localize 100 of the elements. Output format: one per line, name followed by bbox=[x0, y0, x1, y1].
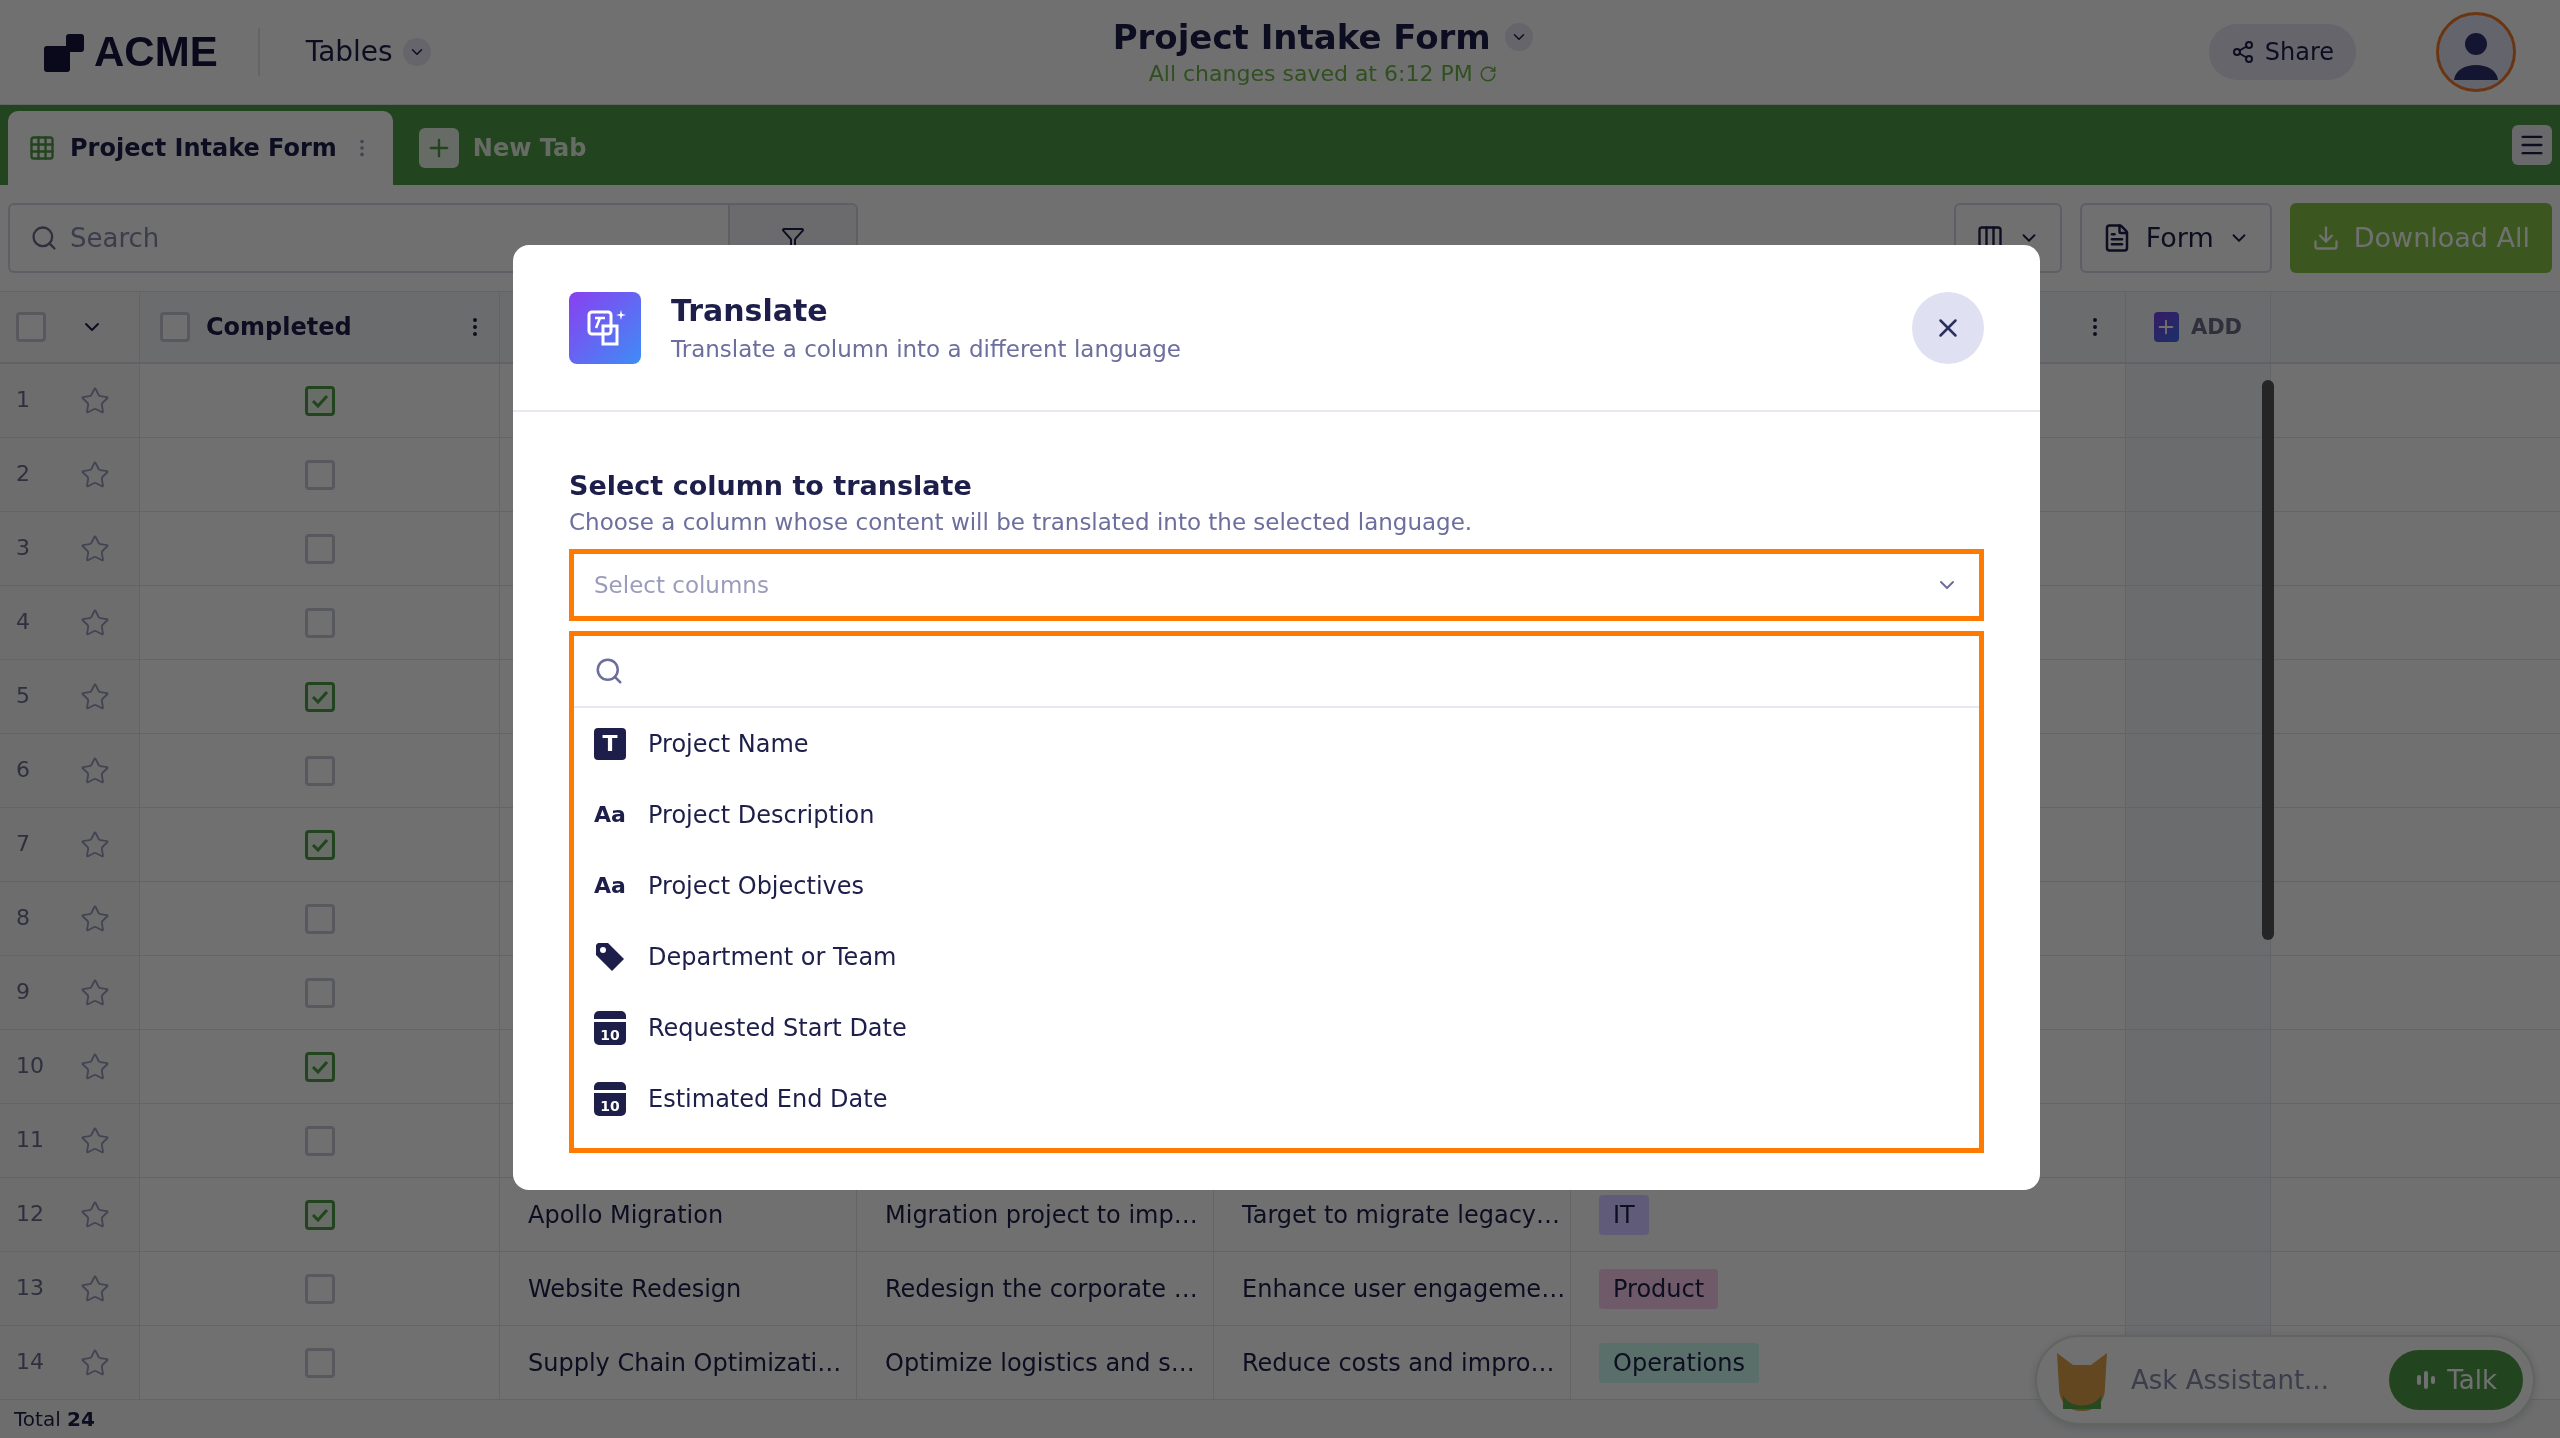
completed-checkbox[interactable] bbox=[304, 607, 335, 638]
menu-button[interactable] bbox=[2512, 124, 2552, 165]
table-cell: Website Redesign bbox=[528, 1274, 742, 1303]
table-cell: Supply Chain Optimizati… bbox=[528, 1348, 842, 1377]
table-cell: Reduce costs and impro… bbox=[1242, 1348, 1555, 1377]
table-cell: Apollo Migration bbox=[528, 1200, 724, 1229]
add-column-icon[interactable] bbox=[2154, 312, 2179, 342]
plus-icon bbox=[418, 127, 459, 168]
form-title: Project Intake Form bbox=[1112, 17, 1491, 58]
column-option[interactable]: 10 Estimated End Date bbox=[574, 1063, 1979, 1134]
row-number: 14 bbox=[16, 1349, 45, 1376]
row-number: 11 bbox=[16, 1127, 45, 1154]
check-icon bbox=[310, 689, 329, 704]
row-number: 1 bbox=[16, 387, 31, 414]
star-icon[interactable] bbox=[80, 533, 110, 564]
talk-button[interactable]: Talk bbox=[2389, 1350, 2523, 1410]
completed-checkbox[interactable] bbox=[304, 1125, 335, 1156]
save-status: All changes saved at 6:12 PM bbox=[1148, 61, 1497, 87]
section-title: Select column to translate bbox=[569, 470, 973, 501]
completed-checkbox[interactable] bbox=[304, 829, 335, 860]
checkbox-type-icon bbox=[160, 312, 190, 342]
star-icon[interactable] bbox=[80, 385, 110, 416]
department-tag: Product bbox=[1599, 1268, 1719, 1309]
acme-logo[interactable]: ACME bbox=[44, 27, 260, 76]
column-option[interactable]: T Project Name bbox=[574, 708, 1979, 779]
row-number: 9 bbox=[16, 979, 31, 1006]
row-number: 12 bbox=[16, 1201, 45, 1228]
completed-checkbox[interactable] bbox=[304, 459, 335, 490]
form-button[interactable]: Form bbox=[2079, 202, 2272, 273]
completed-checkbox[interactable] bbox=[304, 755, 335, 786]
dialog-subtitle: Translate a column into a different language bbox=[671, 336, 1182, 362]
row-number: 2 bbox=[16, 461, 31, 488]
scrollbar[interactable] bbox=[2262, 380, 2274, 940]
row-number: 4 bbox=[16, 609, 31, 636]
row-number: 10 bbox=[16, 1053, 45, 1080]
check-icon bbox=[310, 1059, 329, 1074]
star-icon[interactable] bbox=[80, 977, 110, 1008]
completed-checkbox[interactable] bbox=[304, 385, 335, 416]
column-option[interactable]: 10 Requested Start Date bbox=[574, 992, 1979, 1063]
table-cell: Enhance user engageme… bbox=[1242, 1274, 1566, 1303]
row-number: 8 bbox=[16, 905, 31, 932]
completed-checkbox[interactable] bbox=[304, 1347, 335, 1378]
column-option[interactable]: Department or Team bbox=[574, 921, 1979, 992]
star-icon[interactable] bbox=[80, 607, 110, 638]
new-tab-button[interactable]: New Tab bbox=[412, 110, 593, 185]
table-cell: Migration project to imp… bbox=[885, 1200, 1198, 1229]
column-option[interactable]: Aa Project Description bbox=[574, 779, 1979, 850]
completed-checkbox[interactable] bbox=[304, 1273, 335, 1304]
star-icon[interactable] bbox=[80, 681, 110, 712]
calendar-icon: 10 bbox=[594, 1010, 626, 1045]
table-cell: Redesign the corporate … bbox=[885, 1274, 1198, 1303]
row-number: 3 bbox=[16, 535, 31, 562]
star-icon[interactable] bbox=[80, 903, 110, 934]
column-option[interactable]: Aa Project Objectives bbox=[574, 850, 1979, 921]
table-cell: Optimize logistics and s… bbox=[885, 1348, 1195, 1377]
table-cell: Target to migrate legacy… bbox=[1242, 1200, 1561, 1229]
completed-checkbox[interactable] bbox=[304, 903, 335, 934]
chevron-down-icon bbox=[402, 37, 431, 66]
search-icon bbox=[594, 656, 624, 686]
column-header[interactable]: Completed bbox=[206, 313, 463, 341]
dialog-title: Translate bbox=[671, 293, 829, 328]
completed-checkbox[interactable] bbox=[304, 681, 335, 712]
search-icon bbox=[30, 223, 58, 252]
star-icon[interactable] bbox=[80, 1051, 110, 1082]
row-number: 13 bbox=[16, 1275, 45, 1302]
refresh-icon[interactable] bbox=[1478, 64, 1497, 83]
grid-icon bbox=[28, 133, 56, 162]
tag-icon bbox=[594, 940, 626, 973]
row-number: 7 bbox=[16, 831, 31, 858]
voice-icon bbox=[2415, 1369, 2438, 1391]
row-number: 5 bbox=[16, 683, 31, 710]
column-select[interactable]: Select columns bbox=[569, 549, 1984, 621]
section-description: Choose a column whose content will be translated into the selected language. bbox=[569, 509, 1474, 535]
star-icon[interactable] bbox=[80, 459, 110, 490]
star-icon[interactable] bbox=[80, 1125, 110, 1156]
star-icon[interactable] bbox=[80, 1347, 110, 1378]
text-type-icon: T bbox=[594, 727, 626, 760]
star-icon[interactable] bbox=[80, 829, 110, 860]
star-icon[interactable] bbox=[80, 1273, 110, 1304]
paragraph-type-icon: Aa bbox=[594, 802, 626, 827]
check-icon bbox=[310, 837, 329, 852]
completed-checkbox[interactable] bbox=[304, 533, 335, 564]
completed-checkbox[interactable] bbox=[304, 1051, 335, 1082]
select-all-checkbox[interactable] bbox=[16, 312, 46, 342]
star-icon[interactable] bbox=[80, 755, 110, 786]
share-button[interactable]: Share bbox=[2208, 23, 2356, 80]
chevron-down-icon[interactable] bbox=[1504, 23, 1533, 52]
share-icon bbox=[2230, 39, 2255, 64]
tables-menu[interactable]: Tables bbox=[299, 34, 437, 70]
department-tag: IT bbox=[1599, 1194, 1649, 1235]
sheet-tab[interactable]: Project Intake Form bbox=[8, 110, 393, 185]
completed-checkbox[interactable] bbox=[304, 1199, 335, 1230]
star-icon[interactable] bbox=[80, 1199, 110, 1230]
row-number: 6 bbox=[16, 757, 31, 784]
paragraph-type-icon: Aa bbox=[594, 873, 626, 898]
download-icon bbox=[2311, 223, 2340, 252]
add-column-label[interactable]: ADD bbox=[2190, 315, 2242, 339]
calendar-icon: 10 bbox=[594, 1081, 626, 1116]
completed-checkbox[interactable] bbox=[304, 977, 335, 1008]
check-icon bbox=[310, 393, 329, 408]
